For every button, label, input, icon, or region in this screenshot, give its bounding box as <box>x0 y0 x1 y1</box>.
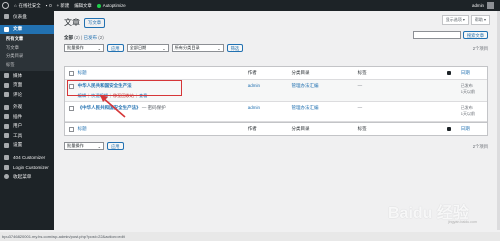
apply-button-bottom[interactable]: 应用 <box>107 142 124 150</box>
login-icon <box>4 164 9 170</box>
select-all-checkbox-footer[interactable] <box>68 126 74 132</box>
sidebar-collapse[interactable]: 收起菜单 <box>0 172 54 182</box>
wordpress-logo-icon[interactable] <box>2 2 9 9</box>
column-categories-header: 分类目录 <box>291 70 310 75</box>
posts-submenu: 所有文章 写文章 分类目录 标签 <box>0 34 54 71</box>
search-input[interactable] <box>412 31 461 39</box>
site-name-link[interactable]: ⌂ 在线社安全 <box>14 3 41 9</box>
sidebar-item-media[interactable]: 媒体 <box>0 71 54 81</box>
sidebar-item-login-customizer[interactable]: Login Customizer <box>0 163 54 173</box>
column-tags-footer: 标签 <box>357 126 367 131</box>
new-content-link[interactable]: + 新建 <box>57 3 70 9</box>
pin-icon <box>4 26 9 32</box>
post-date: 已发布 1天以前 <box>460 105 475 116</box>
date-filter-select[interactable]: 全部日期 <box>126 44 169 52</box>
post-tags: — <box>357 83 363 88</box>
column-author-header: 作者 <box>247 70 257 75</box>
404-icon <box>4 155 9 161</box>
settings-icon <box>4 142 9 148</box>
status-filters: 全部 (2) | 已发布 (2) <box>64 35 104 40</box>
search-button[interactable]: 搜索文章 <box>462 31 488 39</box>
column-categories-footer: 分类目录 <box>291 126 310 131</box>
post-date: 已发布 1天以前 <box>460 83 475 94</box>
table-header: 标题 作者 分类目录 标签 日期 <box>65 67 487 80</box>
submenu-categories[interactable]: 分类目录 <box>0 52 54 61</box>
filter-button[interactable]: 筛选 <box>226 44 244 52</box>
home-icon: ⌂ <box>14 3 17 8</box>
sidebar-item-comments[interactable]: 评论 <box>0 90 54 100</box>
select-all-checkbox[interactable] <box>68 70 74 76</box>
highlight-box <box>67 80 182 96</box>
table-row: 《中华人民共和国安全生产法》 — 密码保护 admin 管理办法汇编 — 已发布… <box>65 102 487 122</box>
bulk-action-select-bottom[interactable]: 批量操作 <box>64 142 104 150</box>
post-author-link[interactable]: admin <box>248 83 292 88</box>
column-date-header[interactable]: 日期 <box>461 70 487 76</box>
collapse-icon <box>4 174 9 180</box>
post-category-link[interactable]: 管理办法汇编 <box>292 105 358 111</box>
user-icon <box>4 123 9 129</box>
browser-status-url: bpu3746820001.my.hs.com/wp-admin/post.ph… <box>0 232 500 241</box>
page-icon <box>4 82 9 88</box>
edit-post-link[interactable]: 编辑文章 <box>74 3 92 9</box>
row-checkbox[interactable] <box>68 106 74 111</box>
sidebar-item-tools[interactable]: 工具 <box>0 131 54 141</box>
search-box: 搜索文章 <box>412 31 488 39</box>
comment-icon <box>4 92 9 98</box>
submenu-tags[interactable]: 标签 <box>0 61 54 70</box>
column-title-footer[interactable]: 标题 <box>78 126 248 132</box>
column-author-footer: 作者 <box>247 126 257 131</box>
status-dot-icon <box>96 3 101 8</box>
annotation-arrow-icon <box>100 95 126 118</box>
apply-button[interactable]: 应用 <box>107 44 124 52</box>
dashboard-icon <box>4 14 9 20</box>
column-title-header[interactable]: 标题 <box>78 70 248 76</box>
user-menu[interactable]: admin <box>472 2 494 9</box>
category-filter-select[interactable]: 所有分类目录 <box>171 44 224 52</box>
page-title: 文章 <box>64 18 80 27</box>
post-tags: — <box>357 105 363 110</box>
filter-published[interactable]: 已发布 <box>83 35 97 40</box>
comment-icon: ▪ <box>45 3 48 8</box>
help-button[interactable]: 帮助 ▾ <box>470 15 490 25</box>
sidebar-item-plugins[interactable]: 插件 <box>0 112 54 122</box>
table-footer: 标题 作者 分类目录 标签 日期 <box>65 122 487 135</box>
plugin-icon <box>4 114 9 120</box>
avatar <box>487 2 494 9</box>
screen-meta-links: 显示选项 ▾ 帮助 ▾ <box>441 15 490 25</box>
admin-bar: ⌂ 在线社安全 ▪ 0 + 新建 编辑文章 Autoptimize admin <box>0 0 500 11</box>
column-tags-header: 标签 <box>357 70 367 75</box>
post-state: — 密码保护 <box>140 105 166 110</box>
admin-sidebar: 仪表盘 文章 所有文章 写文章 分类目录 标签 媒体 页面 评论 外观 插件 用… <box>0 11 54 230</box>
sidebar-item-posts[interactable]: 文章 <box>0 24 54 34</box>
submenu-write-post[interactable]: 写文章 <box>0 44 54 53</box>
add-new-button[interactable]: 写文章 <box>84 17 106 28</box>
bulk-action-select[interactable]: 批量操作 <box>64 44 104 52</box>
page-heading: 文章 写文章 <box>64 17 106 28</box>
tablenav-top: 批量操作 应用 全部日期 所有分类目录 筛选 <box>64 44 244 52</box>
post-category-link[interactable]: 管理办法汇编 <box>292 83 358 89</box>
watermark-url: jingyan.baidu.com <box>448 220 477 224</box>
media-icon <box>4 73 9 79</box>
column-date-footer[interactable]: 日期 <box>461 126 487 132</box>
autoptimize-link[interactable]: Autoptimize <box>96 3 126 8</box>
comments-link[interactable]: ▪ 0 <box>46 3 52 8</box>
wrench-icon <box>4 133 9 139</box>
tablenav-bottom: 批量操作 应用 <box>64 142 124 150</box>
sidebar-item-appearance[interactable]: 外观 <box>0 103 54 113</box>
main-content: 显示选项 ▾ 帮助 ▾ 文章 写文章 全部 (2) | 已发布 (2) 搜索文章… <box>54 11 500 230</box>
submenu-all-posts[interactable]: 所有文章 <box>0 35 54 44</box>
comment-column-icon[interactable] <box>447 126 452 131</box>
brush-icon <box>4 104 9 110</box>
sidebar-item-users[interactable]: 用户 <box>0 122 54 132</box>
sidebar-item-settings[interactable]: 设置 <box>0 141 54 151</box>
sidebar-item-pages[interactable]: 页面 <box>0 81 54 91</box>
post-author-link[interactable]: admin <box>248 105 292 110</box>
sidebar-item-dashboard[interactable]: 仪表盘 <box>0 12 54 22</box>
items-count-bottom: 2个项目 <box>472 144 488 149</box>
comment-column-icon[interactable] <box>447 70 452 75</box>
screen-options-button[interactable]: 显示选项 ▾ <box>441 15 469 25</box>
items-count: 2个项目 <box>472 46 488 51</box>
filter-all[interactable]: 全部 <box>64 35 73 40</box>
sidebar-item-404-customizer[interactable]: 404 Customizer <box>0 153 54 163</box>
